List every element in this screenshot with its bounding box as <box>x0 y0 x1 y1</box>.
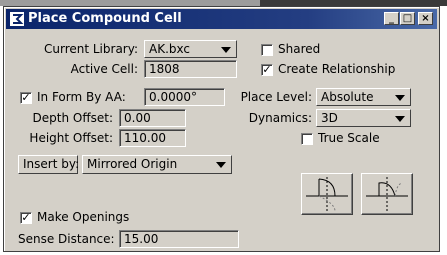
close-button[interactable]: × <box>418 12 433 25</box>
active-cell-field[interactable]: 1808 <box>144 60 237 78</box>
make-openings-checkbox[interactable]: ✓ <box>20 212 32 224</box>
place-level-value: Absolute <box>321 90 374 104</box>
sense-distance-field[interactable]: 15.00 <box>119 230 239 248</box>
true-scale-checkbox[interactable] <box>301 133 313 145</box>
place-compound-cell-dialog: Place Compound Cell _ □ × Current Librar… <box>3 6 440 252</box>
mirror-vertical-button[interactable] <box>301 173 353 215</box>
depth-offset-label: Depth Offset: <box>32 111 113 125</box>
title-bar[interactable]: Place Compound Cell _ □ × <box>6 9 437 29</box>
active-cell-label: Active Cell: <box>70 62 138 76</box>
app-icon <box>10 12 24 26</box>
place-level-dropdown[interactable]: Absolute <box>316 88 411 106</box>
make-openings-label: Make Openings <box>37 210 130 224</box>
place-level-label: Place Level: <box>240 90 312 104</box>
true-scale-label: True Scale <box>318 131 380 145</box>
sense-distance-label: Sense Distance: <box>18 232 115 246</box>
chevron-down-icon <box>216 162 226 168</box>
maximize-button[interactable]: □ <box>400 12 415 25</box>
shared-label: Shared <box>278 42 321 56</box>
current-library-value: AK.bxc <box>149 42 190 56</box>
height-offset-field[interactable]: 110.00 <box>119 129 186 147</box>
chevron-down-icon <box>395 95 405 101</box>
minimize-button[interactable]: _ <box>384 12 399 25</box>
insert-by-button[interactable]: Insert by: <box>18 155 79 174</box>
create-relationship-label: Create Relationship <box>278 62 396 76</box>
chevron-down-icon <box>221 47 231 53</box>
shared-checkbox[interactable] <box>261 44 273 56</box>
current-library-dropdown[interactable]: AK.bxc <box>144 40 237 58</box>
depth-offset-field[interactable]: 0.00 <box>119 109 186 127</box>
dynamics-dropdown[interactable]: 3D <box>316 109 411 127</box>
window-title: Place Compound Cell <box>28 11 182 26</box>
height-offset-label: Height Offset: <box>29 131 113 145</box>
mirror-vertical-icon <box>306 177 348 212</box>
in-form-label: In Form By AA: <box>37 90 126 104</box>
current-library-label: Current Library: <box>43 42 138 56</box>
chevron-down-icon <box>395 116 405 122</box>
insert-by-value: Mirrored Origin <box>87 157 178 171</box>
dynamics-label: Dynamics: <box>248 111 312 125</box>
mirror-horizontal-icon <box>366 177 408 211</box>
create-relationship-checkbox[interactable]: ✓ <box>261 64 273 76</box>
dynamics-value: 3D <box>321 111 338 125</box>
angle-field[interactable]: 0.0000° <box>144 88 225 106</box>
mirror-horizontal-button[interactable] <box>361 173 413 215</box>
insert-by-dropdown[interactable]: Mirrored Origin <box>82 155 232 174</box>
in-form-checkbox[interactable]: ✓ <box>20 92 32 104</box>
